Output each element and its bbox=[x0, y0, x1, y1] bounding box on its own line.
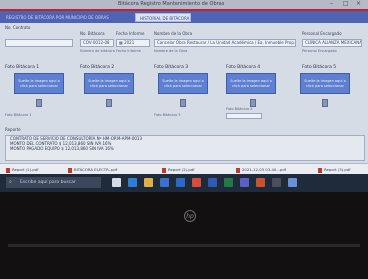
window-title: Bitácora Registro Mantenimiento de Obras bbox=[118, 1, 225, 7]
search-icon: ⌕ bbox=[9, 179, 12, 185]
laptop-bezel bbox=[0, 192, 368, 279]
report-label: Reporte bbox=[5, 127, 21, 132]
pdf-icon bbox=[236, 167, 240, 173]
teams-icon[interactable] bbox=[240, 178, 249, 187]
folder-icon[interactable] bbox=[144, 178, 153, 187]
close-icon[interactable]: × bbox=[356, 1, 361, 7]
document-icon[interactable] bbox=[250, 99, 256, 107]
personal-label: Personal Encargado bbox=[302, 31, 342, 36]
minimize-icon[interactable]: – bbox=[330, 1, 333, 7]
excel-icon[interactable] bbox=[224, 178, 233, 187]
photo-4-caption-field[interactable] bbox=[226, 113, 262, 119]
photo-4-text: Suelte la imagen aquí o click para selec… bbox=[230, 79, 272, 88]
fecha-field[interactable]: ▦ 2021 bbox=[116, 39, 150, 47]
report-textarea[interactable]: CONTRATO DE SERVICIO DE CONSULTORÍA Nº H… bbox=[5, 135, 365, 161]
photo-1-header: Foto Bitácora 1 bbox=[5, 65, 40, 70]
fecha-sublabel: Fecha Informe bbox=[116, 49, 141, 53]
photo-4-caption: Foto Bitácora 4 bbox=[226, 107, 253, 111]
no-bitacora-field[interactable]: COV-0012-08 bbox=[80, 39, 114, 47]
download-item[interactable]: Report (1).pdf bbox=[6, 166, 39, 173]
download-item[interactable]: Report (2).pdf bbox=[162, 166, 195, 173]
photo-4-dropzone[interactable]: Suelte la imagen aquí o click para selec… bbox=[226, 73, 276, 94]
photo-2-text: Suelte la imagen aquí o click para selec… bbox=[88, 79, 130, 88]
photo-3-header: Foto Bitácora 3 bbox=[154, 65, 189, 70]
nombre-field[interactable]: Cancelar Obra Restaurar / La Unidad Acad… bbox=[154, 39, 296, 47]
tab-registro[interactable]: REGISTRO DE BITÁCORA POR MUNICIPIO DE OB… bbox=[2, 13, 132, 22]
tab-historial[interactable]: HISTORIAL DE BITÁCORA bbox=[135, 13, 191, 22]
camera-icon[interactable] bbox=[272, 178, 281, 187]
photo-2-dropzone[interactable]: Suelte la imagen aquí o click para selec… bbox=[84, 73, 134, 94]
personal-field[interactable]: CLÍNICA ALIANZA MEXICANA bbox=[302, 39, 362, 47]
no-contrato-field[interactable] bbox=[5, 39, 73, 47]
pdf-icon bbox=[6, 167, 10, 173]
photo-1-dropzone[interactable]: Suelte la imagen aquí o click para selec… bbox=[14, 73, 64, 94]
hp-logo-icon: hp bbox=[184, 210, 196, 222]
document-icon[interactable] bbox=[180, 99, 186, 107]
pdf-icon bbox=[318, 167, 322, 173]
no-bitacora-sublabel: Número de bitácora bbox=[80, 49, 115, 53]
nombre-label: Nombre de la Obra bbox=[154, 31, 193, 36]
download-item[interactable]: BITÁCORA ELECTR..pdf bbox=[68, 166, 117, 173]
no-contrato-label: No. Contrato bbox=[5, 25, 31, 30]
title-bar: Bitácora Registro Mantenimiento de Obras… bbox=[0, 0, 368, 9]
photo-3-dropzone[interactable]: Suelte la imagen aquí o click para selec… bbox=[158, 73, 208, 94]
mail-icon[interactable] bbox=[176, 178, 185, 187]
taskbar-search[interactable]: Escribe aquí para buscar bbox=[6, 177, 101, 188]
photo-2-header: Foto Bitácora 2 bbox=[80, 65, 115, 70]
no-bitacora-label: No. Bitácora bbox=[80, 31, 105, 36]
download-item[interactable]: 2021-12-03 03-40...pdf bbox=[236, 166, 286, 173]
maximize-icon[interactable]: □ bbox=[343, 1, 349, 7]
personal-sublabel: Personal Encargado bbox=[302, 49, 337, 53]
report-line: MONTO PAGADO EQUIPO $ 12,013,860 SIN IVA… bbox=[10, 146, 114, 151]
download-item[interactable]: Report (3).pdf bbox=[318, 166, 351, 173]
word-icon[interactable] bbox=[208, 178, 217, 187]
photo-5-dropzone[interactable]: Suelte la imagen aquí o click para selec… bbox=[300, 73, 350, 94]
laptop-screen: Bitácora Registro Mantenimiento de Obras… bbox=[0, 0, 368, 192]
form-panel: No. Contrato No. Bitácora Fecha Informe … bbox=[0, 23, 368, 163]
document-icon[interactable] bbox=[322, 99, 328, 107]
photo-3-caption: Foto Bitácora 3 bbox=[154, 113, 181, 117]
edge-icon[interactable] bbox=[128, 178, 137, 187]
powerpoint-icon[interactable] bbox=[256, 178, 265, 187]
fecha-label: Fecha Informe bbox=[116, 31, 145, 36]
pdf-icon bbox=[162, 167, 166, 173]
pdf-icon bbox=[68, 167, 72, 173]
store-icon[interactable] bbox=[160, 178, 169, 187]
nombre-sublabel: Nombre de la Obra bbox=[154, 49, 188, 53]
chrome-icon[interactable] bbox=[192, 178, 201, 187]
photo-4-header: Foto Bitácora 4 bbox=[226, 65, 261, 70]
photo-5-text: Suelte la imagen aquí o click para selec… bbox=[304, 79, 346, 88]
document-icon[interactable] bbox=[106, 99, 112, 107]
task-view-icon[interactable] bbox=[112, 178, 121, 187]
photo-1-caption: Foto Bitácora 1 bbox=[5, 113, 32, 117]
app-icon[interactable] bbox=[288, 178, 297, 187]
photo-3-text: Suelte la imagen aquí o click para selec… bbox=[162, 79, 204, 88]
photo-1-text: Suelte la imagen aquí o click para selec… bbox=[18, 79, 60, 88]
photo-5-header: Foto Bitácora 5 bbox=[302, 65, 337, 70]
tab-bar: REGISTRO DE BITÁCORA POR MUNICIPIO DE OB… bbox=[0, 11, 368, 23]
document-icon[interactable] bbox=[36, 99, 42, 107]
taskbar: Escribe aquí para buscar ⌕ bbox=[0, 174, 368, 192]
fecha-value: 2021 bbox=[124, 40, 135, 45]
laptop-hinge bbox=[8, 244, 360, 247]
